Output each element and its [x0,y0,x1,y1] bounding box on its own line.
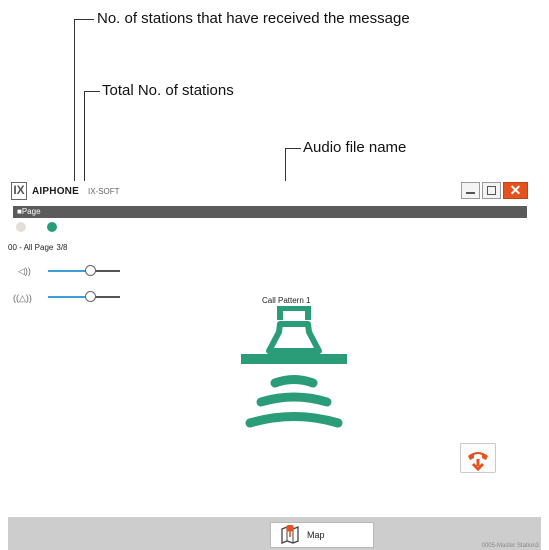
hang-up-icon [468,452,488,472]
title-bar: IX AIPHONE IX-SOFT ✕ [8,181,541,203]
station-count: 3/8 [56,243,68,252]
speaker-volume-knob[interactable] [85,265,97,276]
brand-name: AIPHONE [32,186,79,197]
map-button-label: Map [307,530,325,540]
ix-logo-icon: IX [11,182,27,200]
speaker-volume-icon: ◁)) [18,266,31,276]
page-group-label: 00 - All Page [8,243,54,252]
minimize-icon [466,192,475,194]
map-icon [281,525,299,544]
page-group-info: 00 - All Page 3/8 [8,243,68,252]
bottom-bar: Map 0005-Master Station3 [8,517,541,550]
audio-callout-label: Audio file name [303,139,407,156]
speaker-volume-slider[interactable] [48,265,120,276]
maximize-button[interactable] [482,182,501,199]
page-section-header: ■Page [13,206,527,218]
station-name: 0005-Master Station3 [481,543,539,549]
received-callout-hline [74,19,94,20]
status-dot-inactive [16,222,26,232]
audio-callout-hline [285,148,301,149]
total-callout-label: Total No. of stations [102,82,234,99]
close-button[interactable]: ✕ [503,182,528,199]
received-callout-label: No. of stations that have received the m… [97,10,410,27]
maximize-icon [487,186,496,195]
mic-volume-slider[interactable] [48,291,120,302]
ix-soft-window: IX AIPHONE IX-SOFT ✕ ■Page 00 - All Page… [8,181,541,550]
mic-volume-icon: ((△)) [13,293,32,303]
total-callout-hline [84,91,100,92]
mic-volume-knob[interactable] [85,291,97,302]
end-call-button[interactable] [460,443,496,473]
audio-file-name: Call Pattern 1 [262,296,311,305]
status-dot-active [47,222,57,232]
map-button[interactable]: Map [270,522,374,548]
paging-speaker-icon [241,306,347,428]
product-name: IX-SOFT [88,187,120,196]
minimize-button[interactable] [461,182,480,199]
close-icon: ✕ [509,182,522,198]
